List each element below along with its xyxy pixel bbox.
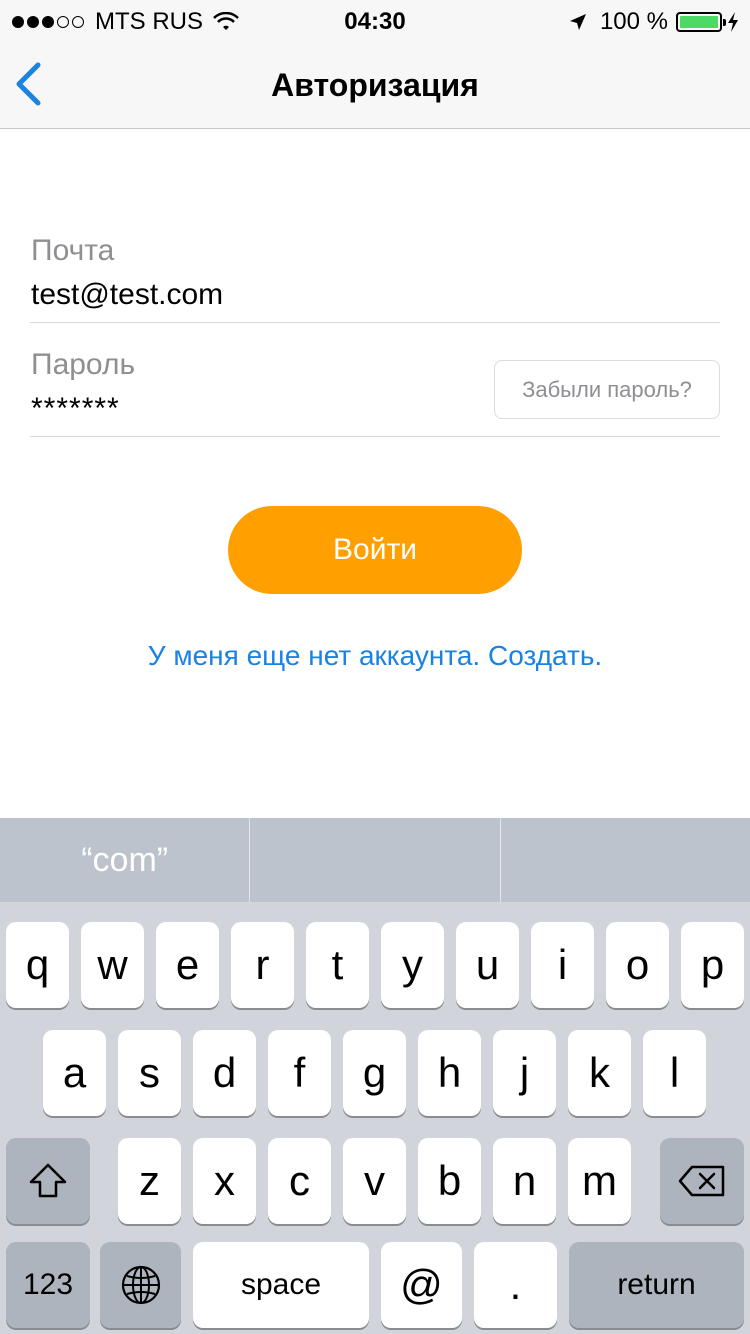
key-n[interactable]: n — [493, 1138, 556, 1224]
key-l[interactable]: l — [643, 1030, 706, 1116]
suggestion-1[interactable]: “com” — [0, 818, 251, 902]
email-label: Почта — [31, 234, 115, 267]
suggestion-3[interactable] — [501, 818, 750, 902]
status-bar: MTS RUS 04:30 100 % — [0, 0, 750, 40]
create-account-link[interactable]: У меня еще нет аккаунта. Создать. — [0, 640, 750, 672]
key-q[interactable]: q — [6, 922, 69, 1008]
battery-fill — [680, 16, 718, 28]
shift-arrow-icon — [29, 1163, 67, 1198]
dot-key[interactable]: . — [474, 1242, 557, 1328]
key-t[interactable]: t — [306, 922, 369, 1008]
key-j[interactable]: j — [493, 1030, 556, 1116]
location-arrow-icon — [569, 14, 586, 30]
delete-key[interactable] — [660, 1138, 744, 1224]
shift-key[interactable] — [6, 1138, 90, 1224]
key-i[interactable]: i — [531, 922, 594, 1008]
key-f[interactable]: f — [268, 1030, 331, 1116]
globe-icon — [121, 1265, 160, 1305]
key-p[interactable]: p — [681, 922, 744, 1008]
suggestion-2[interactable] — [250, 818, 501, 902]
keyboard: q w e r t y u i o p a s d f g h j k l z … — [0, 902, 750, 1334]
space-key[interactable]: space — [193, 1242, 369, 1328]
key-d[interactable]: d — [193, 1030, 256, 1116]
key-z[interactable]: z — [118, 1138, 181, 1224]
login-button[interactable]: Войти — [228, 506, 522, 594]
page-title: Авторизация — [271, 67, 479, 103]
email-divider — [30, 322, 720, 323]
key-y[interactable]: y — [381, 922, 444, 1008]
battery-percent: 100 % — [599, 8, 668, 35]
key-a[interactable]: a — [43, 1030, 106, 1116]
password-label: Пароль — [31, 348, 136, 381]
key-b[interactable]: b — [418, 1138, 481, 1224]
key-m[interactable]: m — [568, 1138, 631, 1224]
navigation-bar: Авторизация — [0, 40, 750, 129]
key-w[interactable]: w — [81, 922, 144, 1008]
key-u[interactable]: u — [456, 922, 519, 1008]
charging-bolt-icon — [728, 12, 738, 32]
key-c[interactable]: c — [268, 1138, 331, 1224]
password-field[interactable]: ******* — [31, 392, 120, 426]
password-divider — [30, 436, 720, 437]
battery-icon — [676, 12, 726, 32]
key-h[interactable]: h — [418, 1030, 481, 1116]
at-key[interactable]: @ — [381, 1242, 462, 1328]
key-g[interactable]: g — [343, 1030, 406, 1116]
key-r[interactable]: r — [231, 922, 294, 1008]
keyboard-suggestion-bar: “com” — [0, 818, 750, 902]
email-field[interactable]: test@test.com — [31, 278, 223, 312]
return-key[interactable]: return — [569, 1242, 744, 1328]
key-o[interactable]: o — [606, 922, 669, 1008]
key-v[interactable]: v — [343, 1138, 406, 1224]
key-x[interactable]: x — [193, 1138, 256, 1224]
key-s[interactable]: s — [118, 1030, 181, 1116]
globe-key[interactable] — [100, 1242, 181, 1328]
key-e[interactable]: e — [156, 922, 219, 1008]
numbers-key[interactable]: 123 — [6, 1242, 90, 1328]
key-k[interactable]: k — [568, 1030, 631, 1116]
backspace-icon — [678, 1165, 725, 1197]
forgot-password-button[interactable]: Забыли пароль? — [494, 360, 720, 419]
battery-tip — [723, 19, 726, 26]
